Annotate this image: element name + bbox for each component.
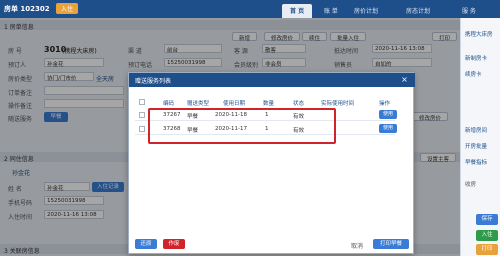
row-checkbox[interactable] [139,112,145,118]
use-button[interactable]: 使用 [379,124,397,133]
tab-room-plan[interactable]: 房态计划 [406,6,430,15]
window-title: 房单 102302 [4,5,50,13]
close-icon[interactable]: × [400,75,409,84]
checkin-button[interactable]: 入住 [476,230,498,241]
col-status: 状态 [293,101,305,107]
restore-button[interactable]: 还原 [135,239,157,249]
breakfast-indicator-link[interactable]: 早餐指标 [465,158,487,166]
row-checkbox[interactable] [139,126,145,132]
tab-home[interactable]: 首 页 [282,4,313,18]
col-qty: 数量 [263,101,275,107]
add-room-link[interactable]: 新增房间 [465,126,487,134]
renew-card-link[interactable]: 续房卡 [465,70,482,78]
print-breakfast-button[interactable]: 打印早餐 [373,239,409,249]
col-date: 使用日期 [223,101,246,107]
right-panel: 携程大床房 新制房卡 续房卡 新增房间 开房批量 早餐指标 收房 保存 入住 打… [460,18,500,256]
tab-bill[interactable]: 账 单 [324,6,338,15]
col-action: 操作 [379,101,391,107]
tab-service[interactable]: 服 务 [462,6,476,15]
annotation-highlight [148,108,336,144]
use-button[interactable]: 使用 [379,110,397,119]
void-button[interactable]: 作废 [163,239,185,249]
gift-service-modal: 赠送服务列表 × 编码 赠送类型 使用日期 数量 状态 实际使用时间 操作 37… [128,72,415,254]
col-code: 编码 [163,101,175,107]
new-card-link[interactable]: 新制房卡 [465,54,487,62]
checkout-tag: 收房 [465,182,477,188]
print-side-button[interactable]: 打印 [476,244,498,255]
modal-title: 赠送服务列表 [129,73,415,87]
top-bar: 房单 102302 入住 首 页 账 单 房价计划 房态计划 服 务 [0,0,500,18]
room-type-summary: 携程大床房 [465,32,493,38]
save-button[interactable]: 保存 [476,214,498,225]
batch-open-link[interactable]: 开房批量 [465,142,487,150]
tab-rate-plan[interactable]: 房价计划 [354,6,378,15]
cancel-button[interactable]: 取消 [351,241,363,250]
col-type: 赠送类型 [187,101,210,107]
status-badge: 入住 [56,3,79,14]
select-all-checkbox[interactable] [139,99,145,105]
col-used-time: 实际使用时间 [321,101,355,107]
